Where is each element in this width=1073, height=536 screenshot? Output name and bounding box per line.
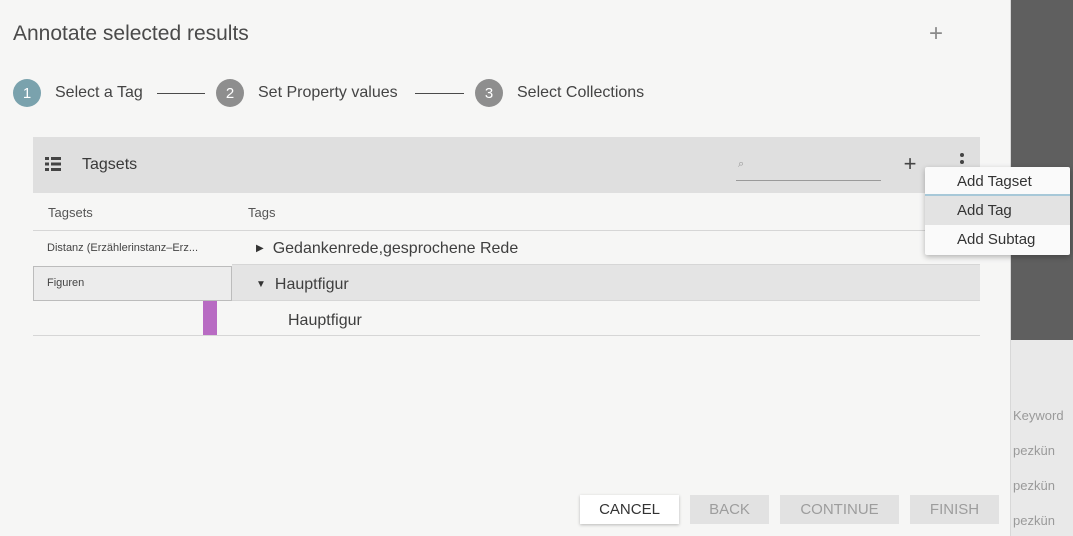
search-input[interactable] [752, 157, 881, 179]
background-strip: Keyword pezkün pezkün pezkün [1011, 0, 1073, 536]
row-divider [33, 335, 980, 336]
step-label: Select Collections [517, 84, 645, 101]
background-panel [1011, 340, 1073, 536]
search-field: ⌕ [736, 155, 881, 181]
tag-label: Hauptfigur [288, 312, 362, 329]
step-number: 1 [13, 79, 41, 107]
step-number: 3 [475, 79, 503, 107]
search-icon: ⌕ [738, 158, 745, 170]
back-button[interactable]: BACK [690, 495, 769, 524]
tagsets-column-header: Tagsets [48, 205, 93, 220]
list-icon [45, 157, 61, 171]
tag-color-swatch [203, 301, 217, 335]
step-number: 2 [216, 79, 244, 107]
tag-label: Gedankenrede,gesprochene Rede [272, 240, 519, 257]
step-connector [415, 93, 464, 94]
background-text: Keyword [1013, 408, 1064, 423]
menu-item-add-tag[interactable]: Add Tag [925, 196, 1070, 225]
continue-button[interactable]: CONTINUE [780, 495, 899, 524]
tagset-item-selected[interactable]: Figuren [33, 266, 232, 301]
tag-row[interactable]: ▶ Gedankenrede,gesprochene Rede [256, 240, 518, 258]
subtag-row[interactable]: Hauptfigur [288, 312, 362, 330]
tag-label: Hauptfigur [274, 276, 349, 293]
background-text: pezkün [1013, 513, 1055, 528]
cancel-button[interactable]: CANCEL [580, 495, 679, 524]
step-select-tag[interactable]: 1 Select a Tag [13, 78, 143, 108]
step-set-property-values[interactable]: 2 Set Property values [216, 78, 398, 108]
tagset-options-menu: Add Tagset Add Tag Add Subtag [925, 167, 1070, 255]
annotate-dialog: Annotate selected results + 1 Select a T… [0, 0, 1011, 536]
panel-title: Tagsets [82, 156, 138, 173]
finish-button[interactable]: FINISH [910, 495, 999, 524]
tagset-item[interactable]: Distanz (Erzählerinstanz–Erz... [33, 231, 232, 266]
tagsets-panel-header: Tagsets ⌕ + [33, 137, 980, 193]
caret-right-icon[interactable]: ▶ [256, 243, 264, 254]
add-icon[interactable]: + [901, 151, 919, 177]
plus-icon[interactable]: + [925, 20, 947, 47]
menu-item-add-tagset[interactable]: Add Tagset [925, 167, 1070, 196]
row-divider [232, 300, 980, 301]
menu-item-add-subtag[interactable]: Add Subtag [925, 225, 1070, 254]
tags-column-header: Tags [248, 205, 276, 220]
dialog-title: Annotate selected results [13, 22, 249, 45]
background-text: pezkün [1013, 443, 1055, 458]
background-text: pezkün [1013, 478, 1055, 493]
step-label: Select a Tag [55, 84, 143, 101]
caret-down-icon[interactable]: ▼ [256, 279, 266, 290]
step-select-collections[interactable]: 3 Select Collections [475, 78, 644, 108]
step-connector [157, 93, 205, 94]
step-label: Set Property values [258, 84, 398, 101]
tag-row-selected[interactable]: ▼ Hauptfigur [256, 276, 349, 294]
